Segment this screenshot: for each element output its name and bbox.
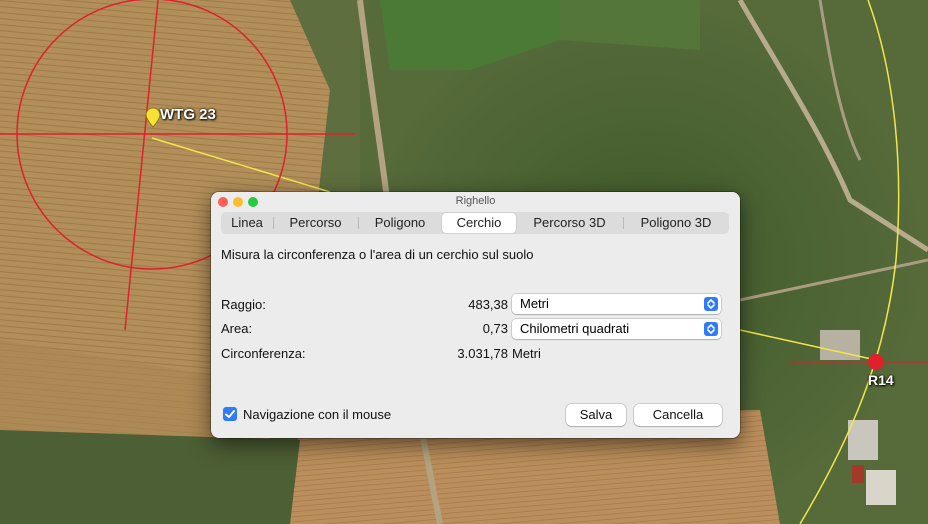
mouse-navigation-label[interactable]: Navigazione con il mouse (243, 407, 391, 422)
radius-unit-select[interactable]: Metri (512, 294, 721, 314)
mode-description: Misura la circonferenza o l'area di un c… (221, 247, 534, 262)
save-button[interactable]: Salva (566, 404, 626, 426)
circumference-unit: Metri (512, 346, 541, 361)
title-bar[interactable]: Righello (211, 192, 740, 211)
area-unit-value: Chilometri quadrati (520, 321, 630, 336)
tab-cerchio[interactable]: Cerchio (442, 213, 516, 233)
tab-poligono[interactable]: Poligono (358, 213, 442, 233)
road-label: R14 (868, 372, 894, 388)
circumference-label: Circonferenza: (221, 346, 306, 361)
tab-percorso[interactable]: Percorso (273, 213, 358, 233)
placemark-label[interactable]: WTG 23 (160, 106, 216, 123)
cancel-button[interactable]: Cancella (634, 404, 722, 426)
tab-poligono-3d[interactable]: Poligono 3D (623, 213, 729, 233)
measure-mode-tabs: Linea Percorso Poligono Cerchio Percorso… (221, 212, 729, 234)
area-value: 0,73 (482, 321, 508, 336)
area-label: Area: (221, 321, 253, 336)
window-title: Righello (455, 195, 496, 207)
tab-percorso-3d[interactable]: Percorso 3D (516, 213, 623, 233)
radius-unit-value: Metri (520, 296, 549, 311)
ruler-window: Righello Linea Percorso Poligono Cerchio… (211, 192, 740, 438)
checkmark-icon (225, 410, 235, 418)
radius-label: Raggio: (221, 297, 266, 312)
select-chevron-icon (704, 322, 718, 336)
select-chevron-icon (704, 297, 718, 311)
tab-linea[interactable]: Linea (221, 213, 273, 233)
area-unit-select[interactable]: Chilometri quadrati (512, 319, 721, 339)
circumference-value: 3.031,78 (457, 346, 508, 361)
radius-value: 483,38 (468, 297, 508, 312)
mouse-navigation-checkbox[interactable] (223, 407, 237, 421)
